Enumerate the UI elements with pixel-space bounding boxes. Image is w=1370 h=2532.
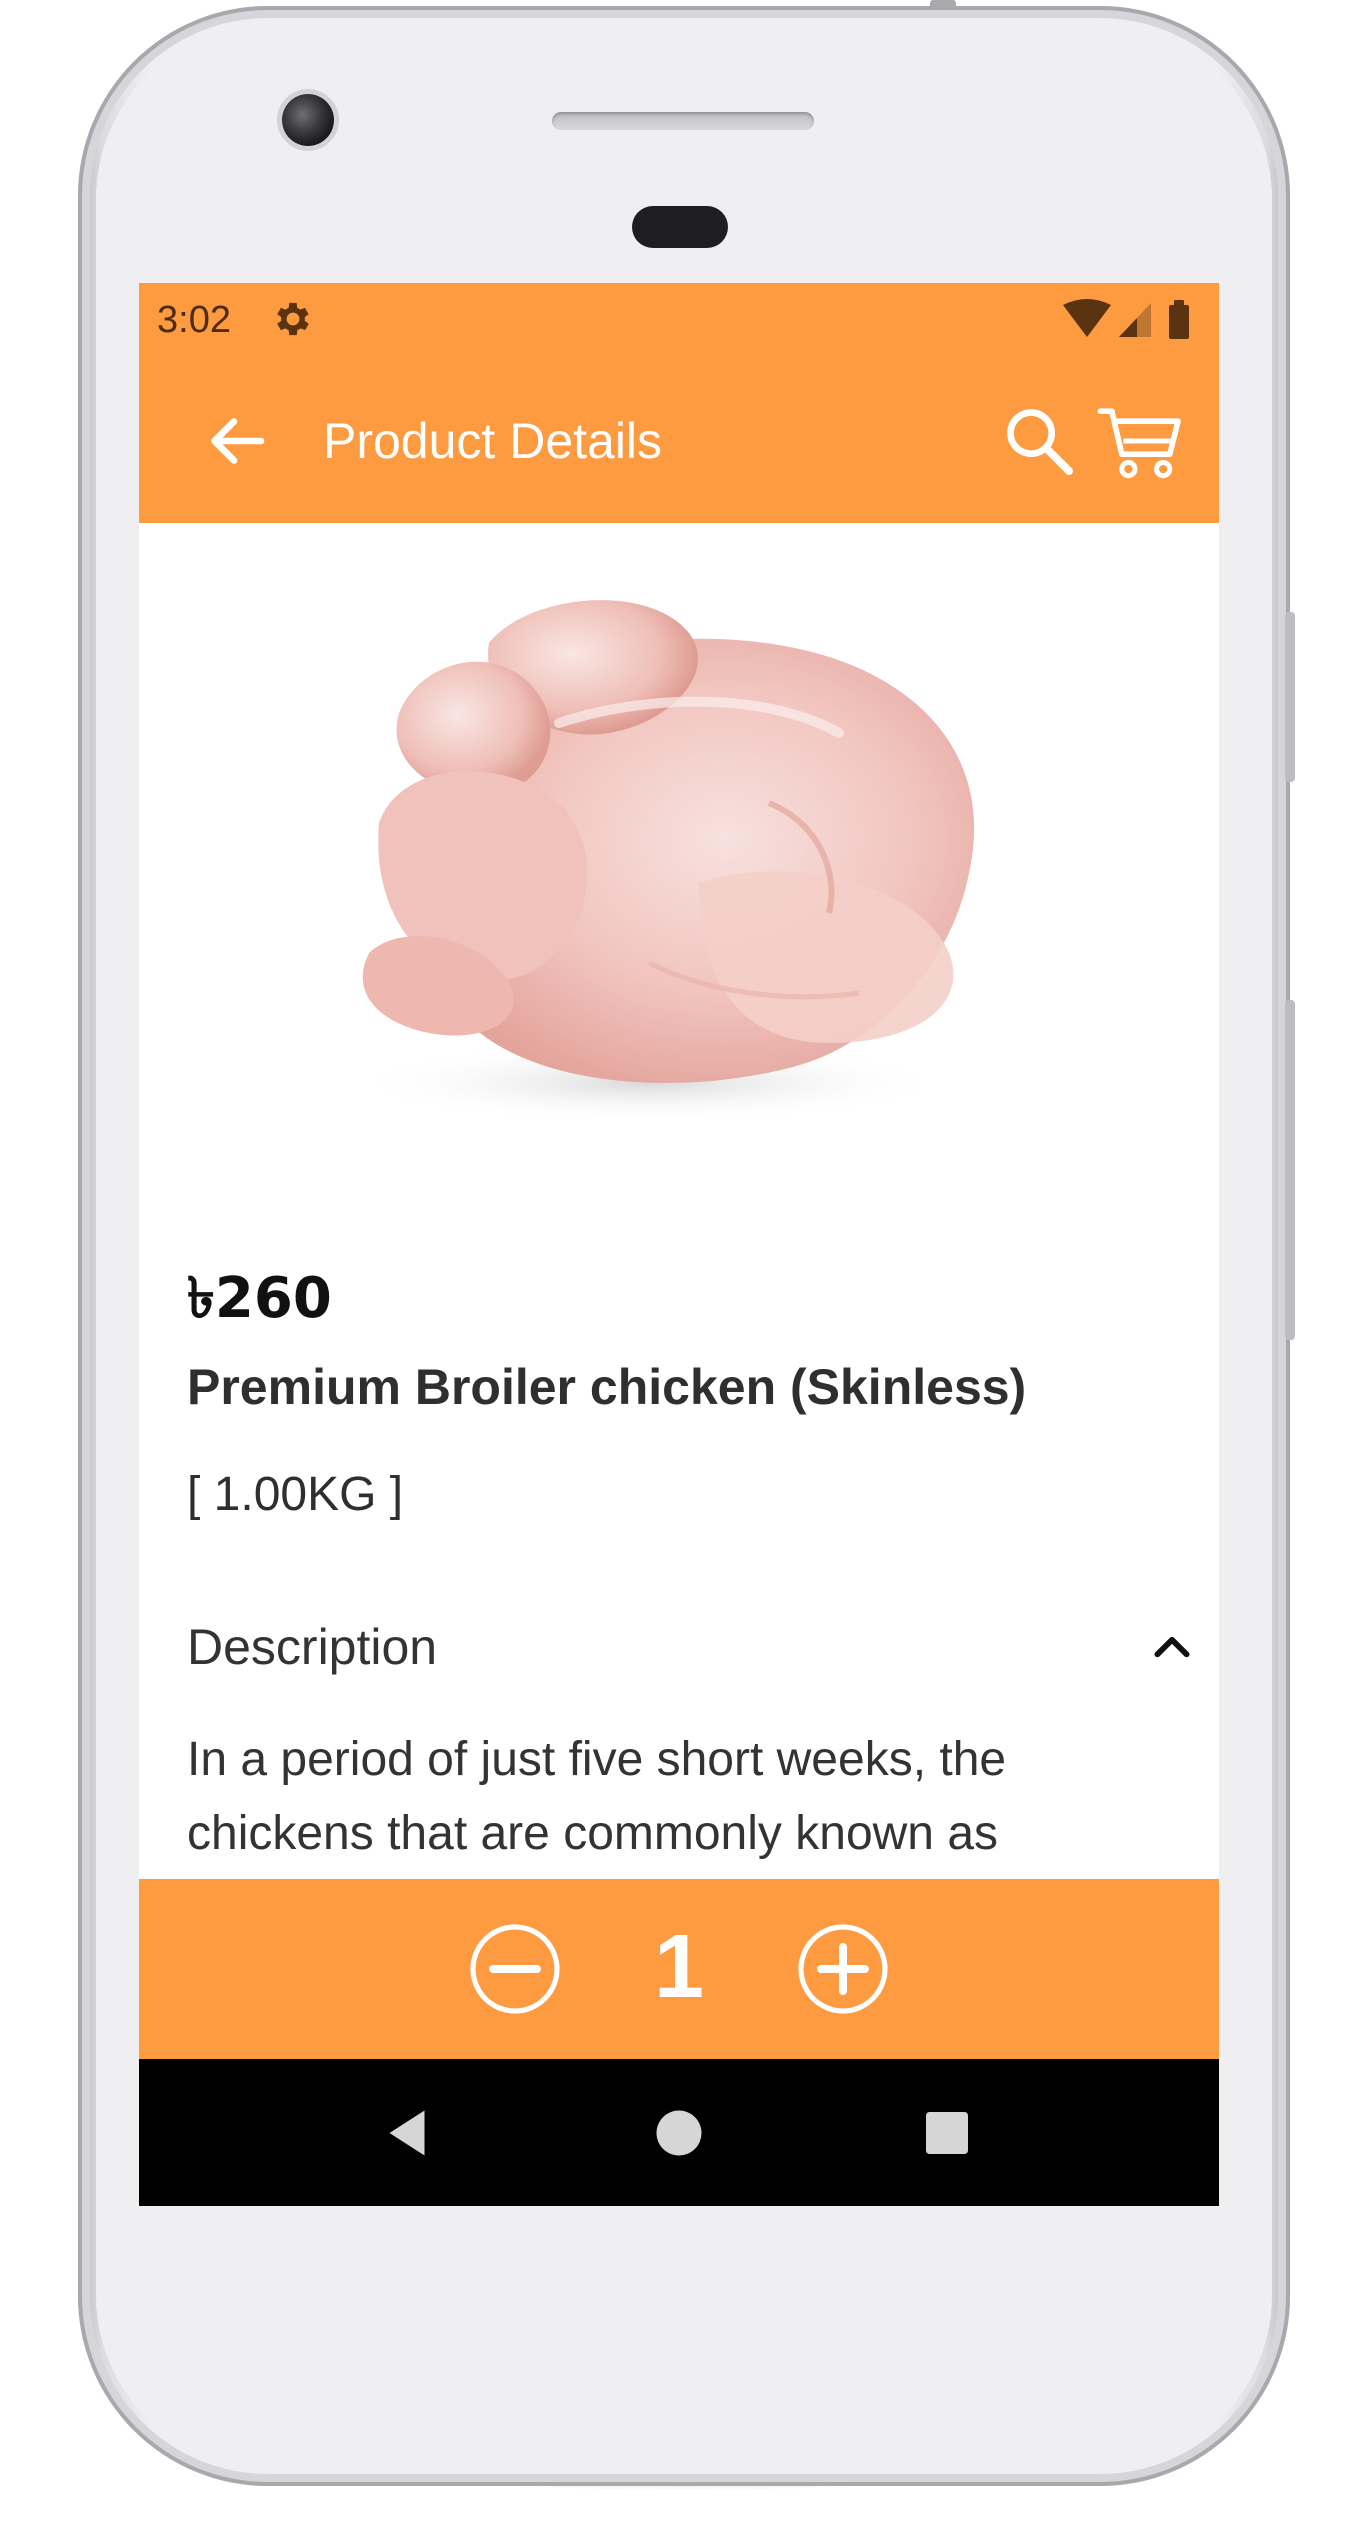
- front-camera: [282, 94, 334, 146]
- cell-signal-icon: [1119, 303, 1151, 337]
- description-toggle[interactable]: Description: [187, 1607, 1190, 1687]
- phone-side-button-upper: [1285, 612, 1295, 782]
- nav-recents-icon[interactable]: [919, 2105, 975, 2161]
- status-indicators: [1063, 299, 1189, 339]
- app-bar: Product Details: [139, 359, 1219, 523]
- proximity-sensor: [632, 206, 728, 248]
- nav-home-icon[interactable]: [649, 2103, 709, 2163]
- quantity-bar: 1: [139, 1879, 1219, 2059]
- nav-back-icon[interactable]: [377, 2103, 437, 2163]
- status-time: 3:02: [157, 299, 231, 341]
- earpiece-speaker: [552, 112, 814, 130]
- chevron-up-icon[interactable]: [1147, 1621, 1197, 1671]
- quantity-value: 1: [653, 1917, 705, 2017]
- product-image: [229, 523, 1129, 1223]
- product-unit: [ 1.00KG ]: [187, 1468, 404, 1521]
- plus-circle-icon[interactable]: [795, 1921, 891, 2017]
- gear-icon: [277, 302, 309, 336]
- product-name: Premium Broiler chicken (Skinless): [187, 1359, 1027, 1415]
- arrow-left-icon[interactable]: [201, 405, 273, 477]
- phone-screen: 3:02 Product Details ৳260 Premium Broile…: [139, 283, 1219, 2206]
- screenshot-stage: 3:02 Product Details ৳260 Premium Broile…: [0, 0, 1370, 2532]
- wifi-icon: [1063, 299, 1111, 337]
- description-text: In a period of just five short weeks, th…: [187, 1733, 1007, 1860]
- product-price: ৳260: [187, 1266, 332, 1331]
- battery-icon: [1169, 300, 1189, 339]
- phone-side-button-lower: [1285, 1000, 1295, 1340]
- system-navigation-bar: [139, 2059, 1219, 2206]
- search-icon[interactable]: [1001, 403, 1077, 479]
- status-bar: 3:02: [139, 283, 1219, 359]
- cart-icon[interactable]: [1097, 401, 1183, 481]
- description-title: Description: [187, 1619, 438, 1675]
- minus-circle-icon[interactable]: [467, 1921, 563, 2017]
- page-title: Product Details: [323, 413, 663, 469]
